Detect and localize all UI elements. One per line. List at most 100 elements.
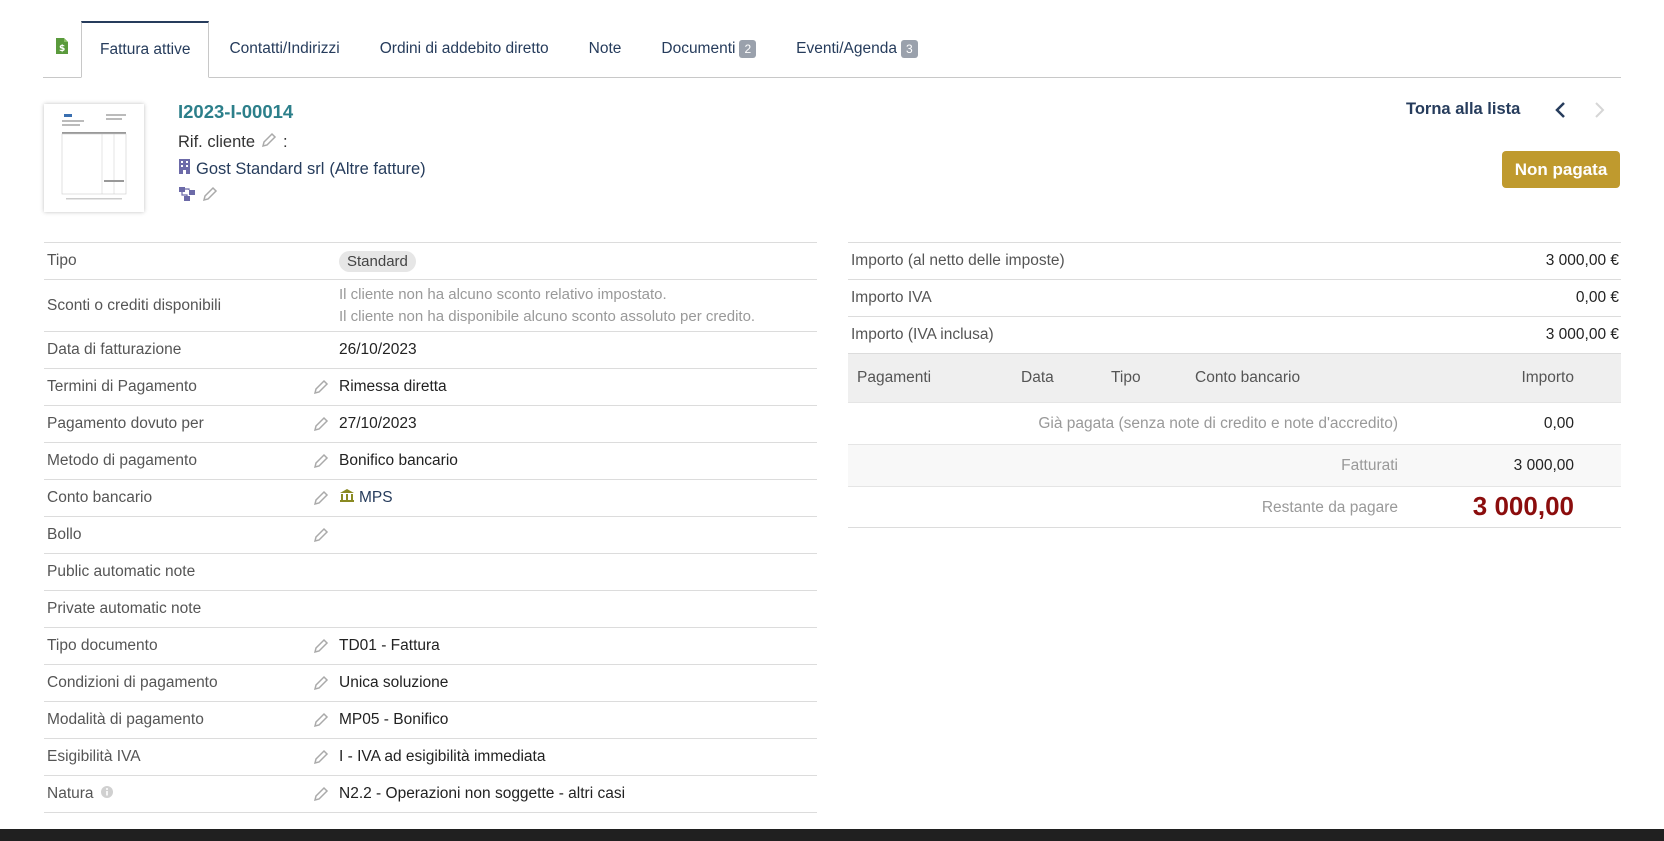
other-invoices-link[interactable]: (Altre fatture) <box>329 160 425 179</box>
discount-note: Il cliente non ha alcuno sconto relativo… <box>339 285 667 303</box>
invoice-icon: $ <box>43 21 81 77</box>
amount-value: 0,00 € <box>1575 289 1619 306</box>
field-value: Bonifico bancario <box>339 452 458 469</box>
col-data: Data <box>1021 369 1054 386</box>
field-label: Natura <box>47 785 94 802</box>
field-label: Pagamento dovuto per <box>47 415 204 432</box>
thirdparty-link[interactable]: Gost Standard srl <box>196 160 324 179</box>
back-to-list-link[interactable]: Torna alla lista <box>1406 100 1520 119</box>
tab-label: Fattura attive <box>100 41 191 58</box>
pencil-icon[interactable] <box>307 490 335 506</box>
field-value: N2.2 - Operazioni non soggette - altri c… <box>339 785 626 802</box>
field-row-esigibilita: Esigibilità IVA I - IVA ad esigibilità i… <box>44 738 817 775</box>
info-icon[interactable] <box>100 785 114 804</box>
pencil-icon[interactable] <box>307 675 335 691</box>
tab-ordini-addebito[interactable]: Ordini di addebito diretto <box>360 21 569 77</box>
field-label: Data di fatturazione <box>47 341 182 358</box>
field-row-natura: Natura N2.2 - Operazioni non soggette - … <box>44 775 817 812</box>
document-thumbnail[interactable] <box>44 104 144 212</box>
tab-label: Eventi/Agenda <box>796 40 897 57</box>
pencil-icon[interactable] <box>307 786 335 802</box>
field-value: Unica soluzione <box>339 674 449 691</box>
project-row <box>178 186 218 207</box>
payment-row-remaining: Restante da pagare 3 000,00 <box>848 486 1621 528</box>
amount-row-net: Importo (al netto delle imposte) 3 000,0… <box>848 242 1621 279</box>
tab-label: Contatti/Indirizzi <box>229 40 340 57</box>
os-taskbar <box>0 829 1664 841</box>
customer-ref-colon: : <box>283 133 288 151</box>
count-badge: 2 <box>739 40 757 58</box>
field-value: 27/10/2023 <box>339 415 417 432</box>
invoice-fields-table: Tipo Standard Sconti o crediti disponibi… <box>44 242 817 841</box>
amount-label: Importo (IVA inclusa) <box>851 326 994 343</box>
pencil-icon[interactable] <box>307 712 335 728</box>
col-importo: Importo <box>1521 369 1574 386</box>
tab-fattura-attive[interactable]: Fattura attive <box>81 21 210 78</box>
pencil-icon[interactable] <box>307 379 335 395</box>
remaining-value: 3 000,00 <box>1472 491 1574 521</box>
tab-eventi[interactable]: Eventi/Agenda 3 <box>776 21 938 77</box>
invoice-reference: I2023-I-00014 <box>178 101 294 122</box>
type-tag: Standard <box>339 250 416 272</box>
payment-row-billed: Fatturati 3 000,00 <box>848 444 1621 486</box>
paid-label: Già pagata (senza note di credito e note… <box>1038 415 1398 432</box>
svg-text:$: $ <box>59 44 65 54</box>
field-value: TD01 - Fattura <box>339 637 440 654</box>
field-row-data-fatturazione: Data di fatturazione 26/10/2023 <box>44 331 817 368</box>
tab-label: Documenti <box>661 40 736 57</box>
field-value: Rimessa diretta <box>339 378 447 395</box>
amounts-table: Importo (al netto delle imposte) 3 000,0… <box>848 242 1621 528</box>
field-label: Esigibilità IVA <box>47 748 141 765</box>
col-tipo: Tipo <box>1111 369 1141 386</box>
chevron-left-icon[interactable] <box>1554 101 1568 124</box>
amount-label: Importo IVA <box>851 289 932 306</box>
field-row-metodo: Metodo di pagamento Bonifico bancario <box>44 442 817 479</box>
chevron-right-icon <box>1592 101 1606 124</box>
field-label: Public automatic note <box>47 563 196 580</box>
pencil-icon[interactable] <box>307 453 335 469</box>
bank-account-link[interactable]: MPS <box>359 489 393 507</box>
paid-value: 0,00 <box>1543 415 1574 432</box>
tab-contatti[interactable]: Contatti/Indirizzi <box>209 21 359 77</box>
col-pagamenti: Pagamenti <box>857 369 932 386</box>
count-badge: 3 <box>900 40 918 58</box>
field-value: 26/10/2023 <box>339 341 417 358</box>
field-row-bollo: Bollo <box>44 516 817 553</box>
amount-row-vat: Importo IVA 0,00 € <box>848 279 1621 316</box>
field-label: Conto bancario <box>47 489 153 506</box>
field-row-public-note: Public automatic note <box>44 553 817 590</box>
billed-label: Fatturati <box>1341 457 1398 474</box>
customer-ref-label: Rif. cliente <box>178 133 256 151</box>
hierarchy-icon <box>178 186 196 207</box>
field-row-modalita: Modalità di pagamento MP05 - Bonifico <box>44 701 817 738</box>
field-row-termini: Termini di Pagamento Rimessa diretta <box>44 368 817 405</box>
field-label: Private automatic note <box>47 600 202 617</box>
tab-bar: $ Fattura attive Contatti/Indirizzi Ordi… <box>43 21 1621 78</box>
field-label: Tipo <box>47 252 77 269</box>
field-row-private-note: Private automatic note <box>44 590 817 627</box>
field-label: Condizioni di pagamento <box>47 674 218 691</box>
field-value: MP05 - Bonifico <box>339 711 449 728</box>
pencil-icon[interactable] <box>261 132 277 153</box>
pencil-icon[interactable] <box>307 527 335 543</box>
thirdparty-row: Gost Standard srl (Altre fatture) <box>178 158 426 180</box>
field-row-pagamento-dovuto: Pagamento dovuto per 27/10/2023 <box>44 405 817 442</box>
pencil-icon[interactable] <box>307 638 335 654</box>
amount-row-total: Importo (IVA inclusa) 3 000,00 € <box>848 316 1621 353</box>
building-icon <box>178 158 191 180</box>
payments-header: Pagamenti Data Tipo Conto bancario Impor… <box>848 353 1621 402</box>
field-label: Termini di Pagamento <box>47 378 197 395</box>
amount-label: Importo (al netto delle imposte) <box>851 252 1065 269</box>
pencil-icon[interactable] <box>307 416 335 432</box>
pencil-icon[interactable] <box>202 186 218 207</box>
tab-documenti[interactable]: Documenti 2 <box>641 21 776 77</box>
pencil-icon[interactable] <box>307 749 335 765</box>
tab-note[interactable]: Note <box>569 21 642 77</box>
field-label: Sconti o crediti disponibili <box>47 296 222 314</box>
amount-value: 3 000,00 € <box>1545 326 1619 343</box>
billed-value: 3 000,00 <box>1513 457 1574 474</box>
remaining-label: Restante da pagare <box>1261 499 1398 516</box>
col-conto: Conto bancario <box>1195 369 1301 386</box>
credit-note: Il cliente non ha disponibile alcuno sco… <box>339 307 756 325</box>
amount-value: 3 000,00 € <box>1545 252 1619 269</box>
